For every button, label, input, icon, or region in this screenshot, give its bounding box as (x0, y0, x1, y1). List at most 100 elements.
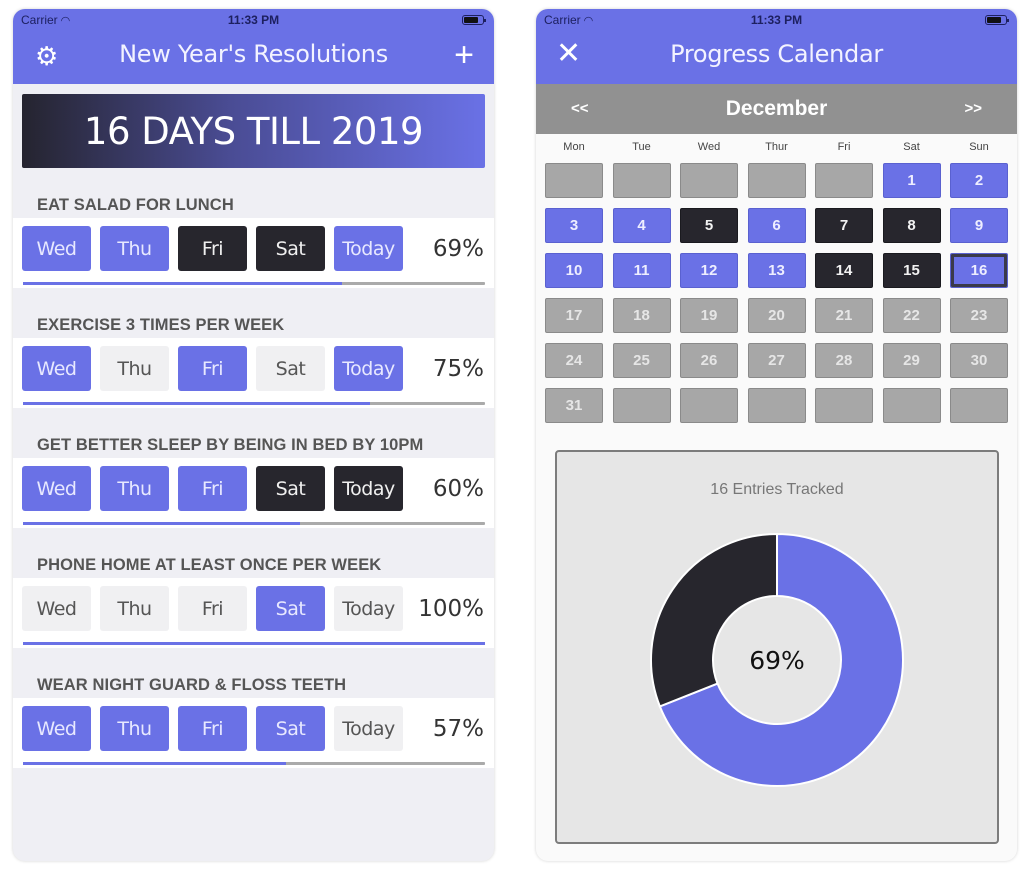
weekday-label: Tue (632, 141, 651, 153)
calendar-day-10[interactable]: 10 (545, 253, 603, 288)
calendar-empty-cell (882, 388, 941, 423)
calendar-day-27[interactable]: 27 (747, 343, 806, 378)
page-title: New Year's Resolutions (119, 40, 388, 68)
day-toggle-fri[interactable]: Fri (178, 586, 247, 631)
calendar-day-9[interactable]: 9 (950, 208, 1008, 243)
calendar-day-29[interactable]: 29 (882, 343, 941, 378)
resolution-tracker: Wed Thu Fri Sat Today 75% (13, 338, 494, 408)
progress-bar (23, 402, 485, 405)
resolution-percent: 100% (418, 596, 484, 622)
calendar-day-1[interactable]: 1 (882, 163, 941, 198)
calendar-day-20[interactable]: 20 (747, 298, 806, 333)
day-toggle-sat[interactable]: Sat (256, 466, 325, 511)
next-month-button[interactable]: >> (964, 100, 982, 117)
progress-bar (23, 522, 485, 525)
day-toggle-thu[interactable]: Thu (100, 706, 169, 751)
calendar-day-4[interactable]: 4 (612, 208, 671, 243)
resolution-title: PHONE HOME AT LEAST ONCE PER WEEK (37, 556, 382, 574)
day-toggle-fri[interactable]: Fri (178, 346, 247, 391)
day-toggle-wed[interactable]: Wed (22, 706, 91, 751)
resolutions-screen: Carrier ◠ 11:33 PM ⚙ New Year's Resolutio… (13, 9, 494, 861)
weekday-label: Fri (837, 141, 851, 153)
calendar-day-22[interactable]: 22 (882, 298, 941, 333)
weekday-label: Sun (969, 141, 989, 153)
weekday-label: Mon (563, 141, 585, 153)
calendar-grid: 1 2 3 4 5 6 7 8 9 10 11 12 13 14 15 16 17 18 19 20 21 22 23 24 2… (536, 163, 1017, 423)
progress-bar (23, 642, 485, 645)
resolution-title: GET BETTER SLEEP BY BEING IN BED BY 10PM (37, 436, 424, 454)
summary-chart-card: 16 Entries Tracked 69% (555, 450, 999, 844)
calendar-day-2[interactable]: 2 (950, 163, 1008, 198)
day-toggle-today[interactable]: Today (334, 346, 403, 391)
weekday-label: Wed (697, 141, 721, 153)
calendar-empty-cell (747, 163, 806, 198)
resolution-percent: 69% (432, 236, 484, 262)
calendar-day-5[interactable]: 5 (680, 208, 738, 243)
calendar-day-16[interactable]: 16 (950, 253, 1008, 288)
day-toggle-thu[interactable]: Thu (100, 586, 169, 631)
day-toggle-today[interactable]: Today (334, 466, 403, 511)
calendar-empty-cell (950, 388, 1008, 423)
calendar-day-23[interactable]: 23 (950, 298, 1008, 333)
progress-bar (23, 762, 485, 765)
calendar-day-6[interactable]: 6 (747, 208, 806, 243)
calendar-day-15[interactable]: 15 (882, 253, 941, 288)
calendar-empty-cell (545, 163, 603, 198)
resolution-list: EAT SALAD FOR LUNCH Wed Thu Fri Sat Today 69… (13, 168, 494, 768)
month-navigator: << December >> (536, 84, 1017, 134)
resolution-tracker: Wed Thu Fri Sat Today 100% (13, 578, 494, 648)
calendar-day-8[interactable]: 8 (882, 208, 941, 243)
day-toggle-fri[interactable]: Fri (178, 466, 247, 511)
calendar-day-3[interactable]: 3 (545, 208, 603, 243)
weekday-label: Thur (765, 141, 788, 153)
day-toggle-thu[interactable]: Thu (100, 226, 169, 271)
calendar-day-28[interactable]: 28 (815, 343, 873, 378)
day-toggle-thu[interactable]: Thu (100, 346, 169, 391)
day-toggle-wed[interactable]: Wed (22, 586, 91, 631)
day-toggle-fri[interactable]: Fri (178, 226, 247, 271)
countdown-banner: 16 DAYS TILL 2019 (22, 94, 485, 168)
day-toggle-sat[interactable]: Sat (256, 346, 325, 391)
calendar-day-12[interactable]: 12 (680, 253, 738, 288)
calendar-day-18[interactable]: 18 (612, 298, 671, 333)
status-time: 11:33 PM (750, 13, 803, 27)
donut-slice-missed (650, 532, 778, 708)
calendar-day-30[interactable]: 30 (950, 343, 1008, 378)
day-toggle-thu[interactable]: Thu (100, 466, 169, 511)
calendar-day-13[interactable]: 13 (747, 253, 806, 288)
day-toggle-wed[interactable]: Wed (22, 226, 91, 271)
month-label: December (725, 97, 828, 120)
calendar-day-14[interactable]: 14 (815, 253, 873, 288)
day-toggle-sat[interactable]: Sat (256, 586, 325, 631)
day-toggle-sat[interactable]: Sat (256, 226, 325, 271)
calendar-empty-cell (680, 163, 738, 198)
resolution-tracker: Wed Thu Fri Sat Today 57% (13, 698, 494, 768)
calendar-empty-cell (747, 388, 806, 423)
calendar-day-17[interactable]: 17 (545, 298, 603, 333)
calendar-day-31[interactable]: 31 (545, 388, 603, 423)
battery-icon (985, 15, 1009, 25)
calendar-day-25[interactable]: 25 (612, 343, 671, 378)
calendar-day-26[interactable]: 26 (680, 343, 738, 378)
day-toggle-wed[interactable]: Wed (22, 346, 91, 391)
calendar-empty-cell (815, 388, 873, 423)
resolution-item: PHONE HOME AT LEAST ONCE PER WEEK Wed Thu… (13, 528, 494, 648)
resolution-item: EXERCISE 3 TIMES PER WEEK Wed Thu Fri Sat To… (13, 288, 494, 408)
status-bar: Carrier ◠ 11:33 PM (13, 9, 494, 31)
resolution-percent: 60% (432, 476, 484, 502)
status-time: 11:33 PM (227, 13, 280, 27)
day-toggle-wed[interactable]: Wed (22, 466, 91, 511)
day-toggle-today[interactable]: Today (334, 586, 403, 631)
progress-bar-fill (23, 642, 485, 645)
plus-icon[interactable]: + (454, 38, 474, 72)
calendar-day-11[interactable]: 11 (612, 253, 671, 288)
day-toggle-today[interactable]: Today (334, 706, 403, 751)
calendar-day-24[interactable]: 24 (545, 343, 603, 378)
calendar-day-19[interactable]: 19 (680, 298, 738, 333)
calendar-day-7[interactable]: 7 (815, 208, 873, 243)
calendar-day-21[interactable]: 21 (815, 298, 873, 333)
resolution-item: EAT SALAD FOR LUNCH Wed Thu Fri Sat Today 69… (13, 168, 494, 288)
day-toggle-sat[interactable]: Sat (256, 706, 325, 751)
day-toggle-fri[interactable]: Fri (178, 706, 247, 751)
day-toggle-today[interactable]: Today (334, 226, 403, 271)
